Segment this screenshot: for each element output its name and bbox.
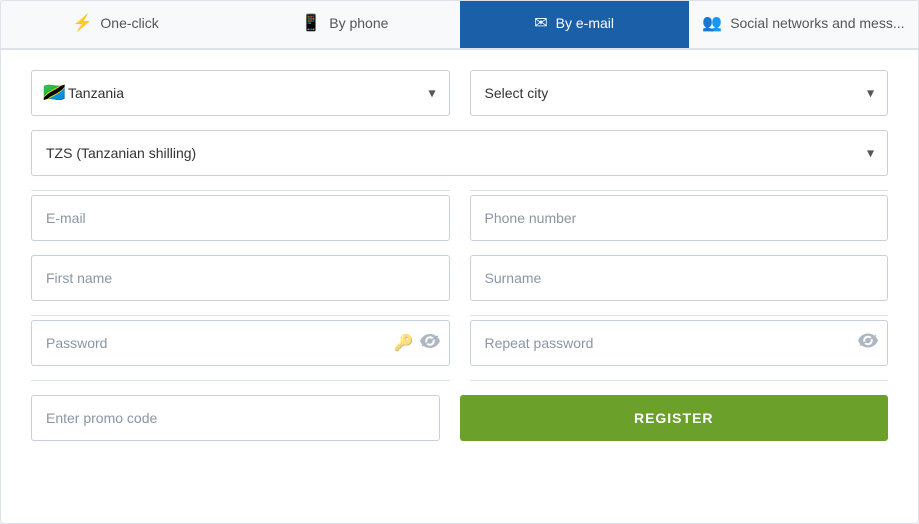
divider-line-right <box>470 190 889 191</box>
divider-line-left <box>31 190 450 191</box>
registration-container: ⚡ One-click 📱 By phone ✉ By e-mail 👥 Soc… <box>0 0 919 524</box>
tab-by-email[interactable]: ✉ By e-mail <box>460 1 689 48</box>
tab-one-click[interactable]: ⚡ One-click <box>1 1 230 48</box>
name-row <box>31 255 888 301</box>
city-select[interactable]: Select city <box>470 70 889 116</box>
firstname-input[interactable] <box>31 255 450 301</box>
currency-field: TZS (Tanzanian shilling) ▾ <box>31 130 888 176</box>
tab-bar: ⚡ One-click 📱 By phone ✉ By e-mail 👥 Soc… <box>1 1 918 50</box>
password-input[interactable] <box>31 320 450 366</box>
promo-field-wrapper <box>31 395 440 441</box>
surname-input[interactable] <box>470 255 889 301</box>
repeat-password-input[interactable] <box>470 320 889 366</box>
lightning-icon: ⚡ <box>72 13 92 33</box>
register-button[interactable]: REGISTER <box>460 395 889 441</box>
bottom-row: REGISTER <box>31 395 888 441</box>
key-icon: 🔑 <box>394 333 414 353</box>
email-input[interactable] <box>31 195 450 241</box>
tab-social[interactable]: 👥 Social networks and mess... <box>689 1 918 48</box>
promo-input[interactable] <box>31 395 440 441</box>
divider-line-left-2 <box>31 315 450 316</box>
divider-line-right-3 <box>470 380 889 381</box>
country-select[interactable]: Tanzania <box>31 70 450 116</box>
email-icon: ✉ <box>534 13 547 33</box>
phone-field-wrapper <box>470 195 889 241</box>
firstname-field-wrapper <box>31 255 450 301</box>
registration-form: 🇹🇿 Tanzania ▾ Select city ▾ TZS (Tanzani… <box>1 50 918 465</box>
divider-line-left-3 <box>31 380 450 381</box>
location-row: 🇹🇿 Tanzania ▾ Select city ▾ <box>31 70 888 116</box>
password-row: 🔑 <box>31 320 888 366</box>
country-field: 🇹🇿 Tanzania ▾ <box>31 70 450 116</box>
social-icon: 👥 <box>702 13 722 33</box>
surname-field-wrapper <box>470 255 889 301</box>
divider-1 <box>31 190 888 191</box>
phone-input[interactable] <box>470 195 889 241</box>
currency-row: TZS (Tanzanian shilling) ▾ <box>31 130 888 176</box>
divider-line-right-2 <box>470 315 889 316</box>
email-field-wrapper <box>31 195 450 241</box>
divider-2 <box>31 315 888 316</box>
tab-by-phone[interactable]: 📱 By phone <box>230 1 459 48</box>
email-phone-row <box>31 195 888 241</box>
city-field: Select city ▾ <box>470 70 889 116</box>
currency-select[interactable]: TZS (Tanzanian shilling) <box>31 130 888 176</box>
repeat-password-icons <box>858 334 878 353</box>
password-field-wrapper: 🔑 <box>31 320 450 366</box>
repeat-password-field-wrapper <box>470 320 889 366</box>
eye-icon-password[interactable] <box>420 334 440 353</box>
eye-icon-repeat[interactable] <box>858 334 878 353</box>
phone-icon: 📱 <box>301 13 321 33</box>
password-icons: 🔑 <box>394 333 440 353</box>
divider-3 <box>31 380 888 381</box>
